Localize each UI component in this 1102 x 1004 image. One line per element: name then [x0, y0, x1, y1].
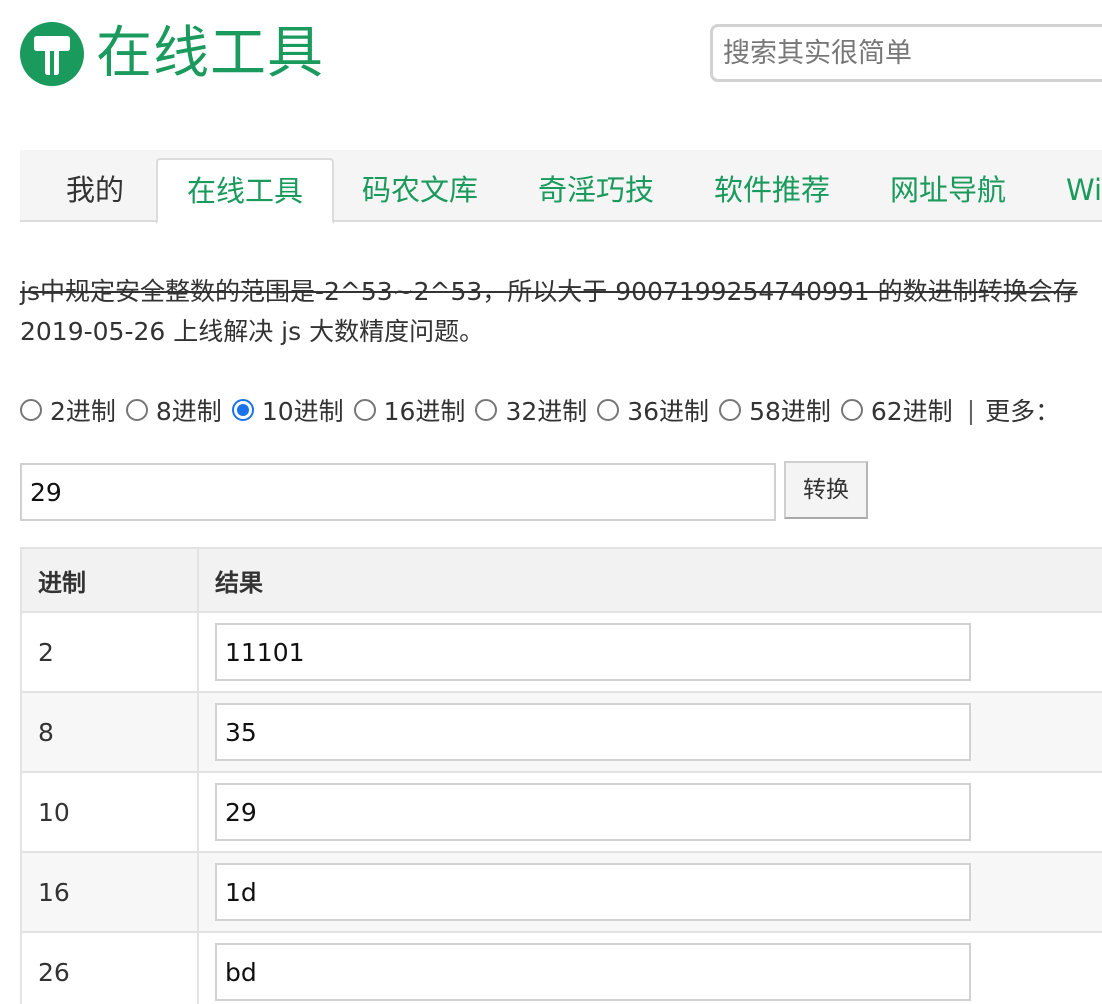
- result-field[interactable]: [215, 783, 971, 841]
- row-result-cell: [197, 771, 1102, 853]
- radio-circle[interactable]: [597, 399, 620, 421]
- nav-item-tricks[interactable]: 奇淫巧技: [538, 158, 654, 222]
- radio-label: 10进制: [261, 397, 344, 426]
- notice-update-line: 2019-05-26 上线解决 js 大数精度问题。: [20, 317, 485, 346]
- row-result-cell: [197, 931, 1102, 1004]
- radio-label: 62进制: [870, 397, 953, 426]
- results-table: 进制 结果 2 8 10 16 26: [20, 547, 1102, 1004]
- radio-base-16[interactable]: 16进制: [353, 392, 466, 428]
- header-base: 进制: [20, 547, 199, 613]
- hammer-logo-icon: [20, 22, 84, 86]
- radio-base-32[interactable]: 32进制: [475, 392, 587, 428]
- header-result: 结果: [197, 547, 1102, 613]
- row-base: 8: [20, 691, 199, 773]
- radio-label: 36进制: [627, 397, 710, 426]
- radio-circle[interactable]: [20, 399, 42, 421]
- convert-button[interactable]: 转换: [784, 461, 868, 519]
- radio-label: 2进制: [50, 397, 116, 426]
- radio-base-36[interactable]: 36进制: [597, 392, 709, 428]
- radio-base-62[interactable]: 62进制: [840, 392, 953, 428]
- row-base: 26: [20, 931, 199, 1004]
- radio-circle[interactable]: [840, 399, 863, 421]
- radio-circle[interactable]: [125, 399, 148, 421]
- row-result-cell: [197, 691, 1102, 773]
- radio-label: 32进制: [505, 397, 588, 426]
- table-row: 16: [20, 851, 1102, 933]
- nav-item-online-tools[interactable]: 在线工具: [156, 158, 334, 224]
- radio-base-8[interactable]: 8进制: [125, 392, 222, 428]
- table-row: 8: [20, 691, 1102, 773]
- base-radio-group: 2进制 8进制 10进制 16进制 32进制 36进制 58进制 62进制 | …: [20, 390, 1060, 430]
- main-nav: 我的 在线工具 码农文库 奇淫巧技 软件推荐 网址导航 Wi: [20, 150, 1102, 224]
- radio-circle[interactable]: [475, 399, 498, 421]
- radio-label: 58进制: [749, 397, 831, 426]
- notice-deprecated-line: js中规定安全整数的范围是-2^53~2^53，所以大于 90071992547…: [20, 277, 1078, 306]
- radio-circle[interactable]: [353, 399, 376, 421]
- radio-circle[interactable]: [719, 399, 742, 421]
- result-field[interactable]: [215, 703, 971, 761]
- nav-item-url-nav[interactable]: 网址导航: [890, 158, 1006, 222]
- notice: js中规定安全整数的范围是-2^53~2^53，所以大于 90071992547…: [20, 272, 1102, 352]
- radio-circle-checked[interactable]: [231, 399, 254, 421]
- nav-item-wiki[interactable]: Wi: [1066, 158, 1102, 222]
- radio-label: 16进制: [383, 397, 466, 426]
- row-result-cell: [197, 851, 1102, 933]
- row-result-cell: [197, 611, 1102, 693]
- site-logo[interactable]: 在线工具: [20, 22, 324, 86]
- row-base: 2: [20, 611, 199, 693]
- radio-label: 8进制: [155, 397, 222, 426]
- table-row: 2: [20, 611, 1102, 693]
- more-label: 更多：: [985, 397, 1061, 426]
- nav-item-mine[interactable]: 我的: [66, 158, 124, 222]
- page: 在线工具 我的 在线工具 码农文库 奇淫巧技 软件推荐 网址导航 Wi js中规…: [0, 0, 1102, 1004]
- radio-base-10[interactable]: 10进制: [231, 392, 344, 428]
- table-row: 26: [20, 931, 1102, 1004]
- nav-item-software[interactable]: 软件推荐: [714, 158, 830, 222]
- logo-title: 在线工具: [96, 21, 324, 86]
- result-field[interactable]: [215, 863, 971, 921]
- radio-base-58[interactable]: 58进制: [719, 392, 831, 428]
- result-field[interactable]: [215, 623, 971, 681]
- row-base: 10: [20, 771, 199, 853]
- table-row: 10: [20, 771, 1102, 853]
- nav-item-code-library[interactable]: 码农文库: [362, 158, 478, 222]
- table-header-row: 进制 结果: [20, 547, 1102, 613]
- number-input[interactable]: [20, 463, 776, 521]
- row-base: 16: [20, 851, 199, 933]
- search-input[interactable]: [710, 24, 1102, 82]
- radio-base-2[interactable]: 2进制: [20, 392, 116, 428]
- result-field[interactable]: [215, 943, 971, 1001]
- radio-separator: |: [966, 395, 976, 425]
